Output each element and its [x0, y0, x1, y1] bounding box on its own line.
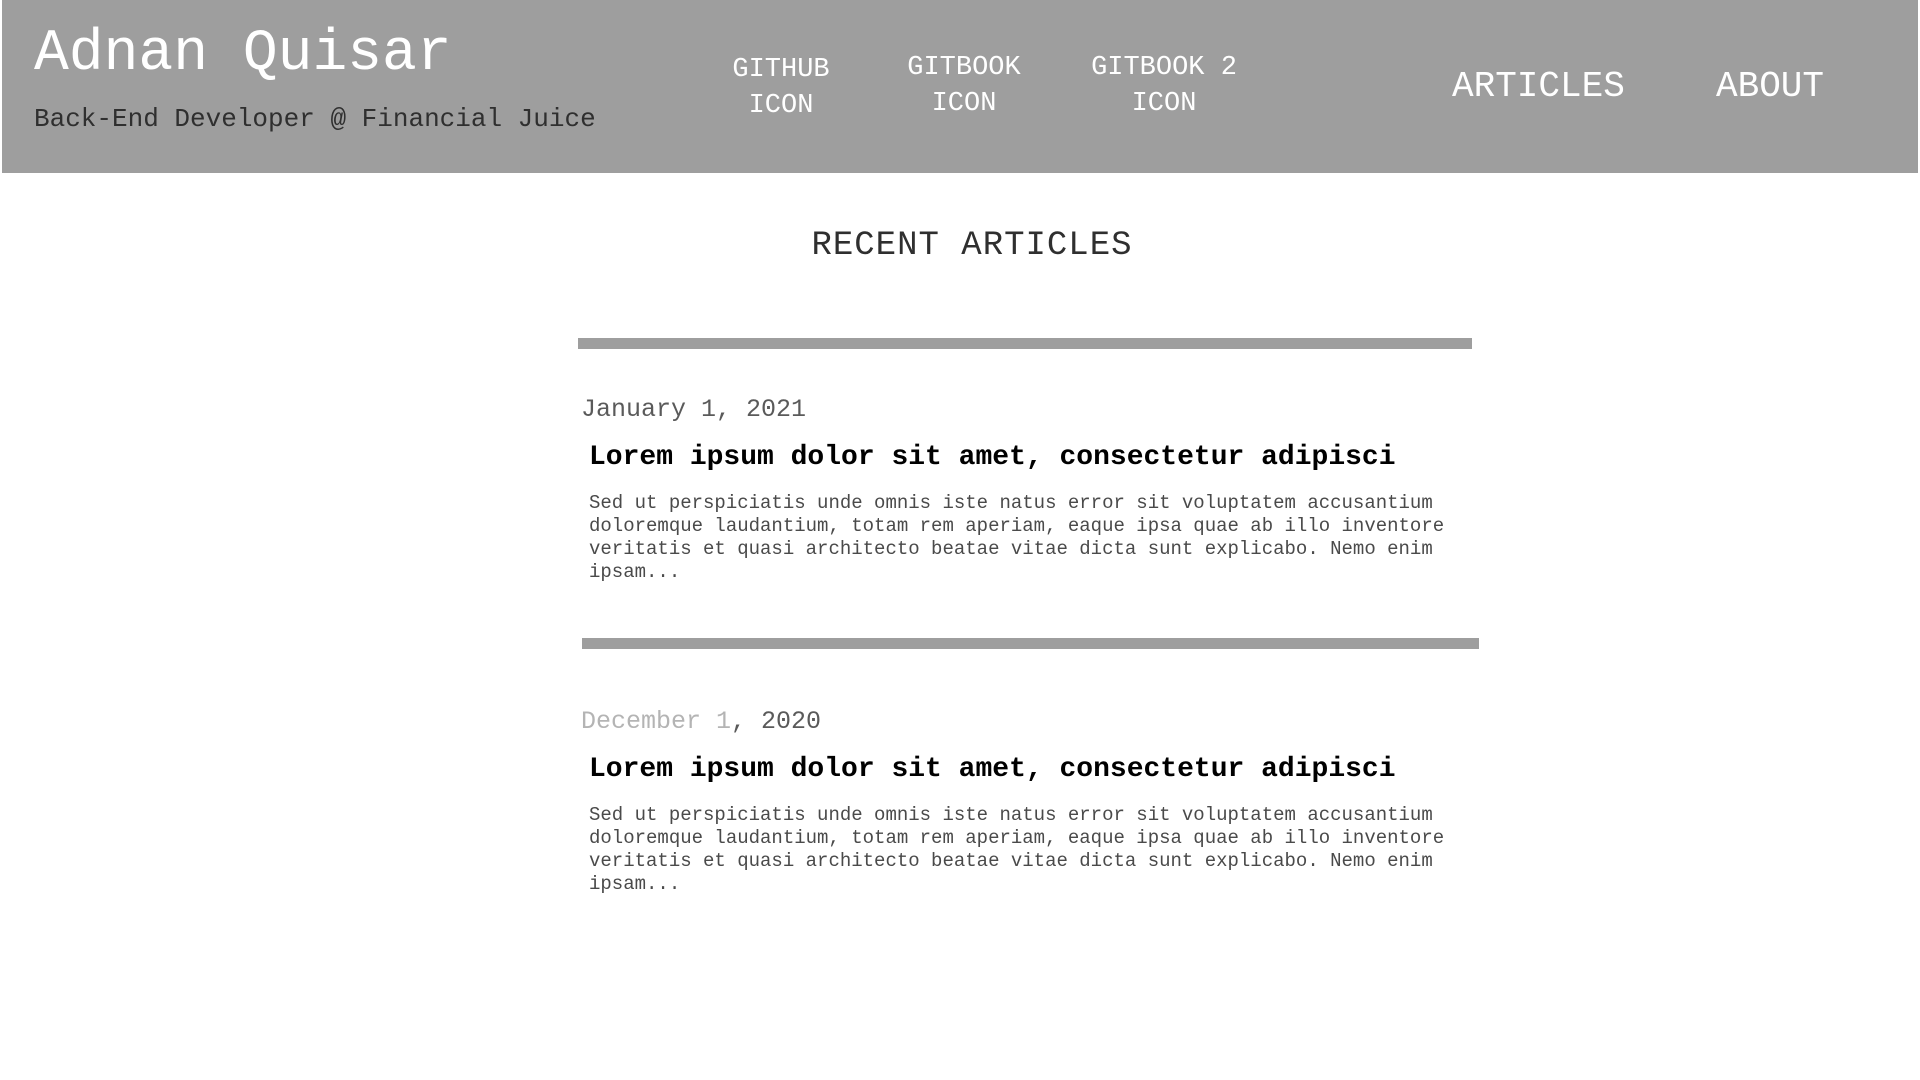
article-divider — [578, 338, 1472, 349]
section-title: RECENT ARTICLES — [811, 227, 1133, 265]
github-icon-label-line1: GITHUB — [732, 55, 830, 85]
github-icon[interactable]: GITHUB ICON — [706, 52, 856, 124]
article-divider — [582, 638, 1479, 649]
gitbook-icon-label-line1: GITBOOK — [907, 53, 1021, 83]
site-title[interactable]: Adnan Quisar — [34, 22, 452, 88]
article-title-link[interactable]: Lorem ipsum dolor sit amet, consectetur … — [589, 753, 1396, 787]
gitbook-2-icon-label-line1: GITBOOK 2 — [1091, 53, 1237, 83]
nav-about-link[interactable]: ABOUT — [1716, 66, 1824, 108]
gitbook-icon-label-line2: ICON — [931, 89, 997, 119]
article-excerpt: Sed ut perspiciatis unde omnis iste natu… — [589, 804, 1445, 895]
gitbook-icon[interactable]: GITBOOK ICON — [889, 50, 1039, 122]
site-header: Adnan Quisar Back-End Developer @ Financ… — [2, 0, 1918, 173]
article-excerpt: Sed ut perspiciatis unde omnis iste natu… — [589, 492, 1445, 583]
gitbook-2-icon-label-line2: ICON — [1131, 89, 1197, 119]
article-date: January 1, 2021 — [581, 395, 807, 424]
nav-articles-link[interactable]: ARTICLES — [1452, 66, 1625, 108]
article-date-month-day: December 1 — [581, 707, 732, 736]
site-subtitle: Back-End Developer @ Financial Juice — [34, 104, 596, 134]
article-title-link[interactable]: Lorem ipsum dolor sit amet, consectetur … — [589, 441, 1396, 475]
github-icon-label-line2: ICON — [748, 91, 814, 121]
article-date-year: , 2020 — [731, 707, 822, 736]
article-date: December 1, 2020 — [581, 707, 821, 737]
gitbook-2-icon[interactable]: GITBOOK 2 ICON — [1069, 50, 1259, 122]
